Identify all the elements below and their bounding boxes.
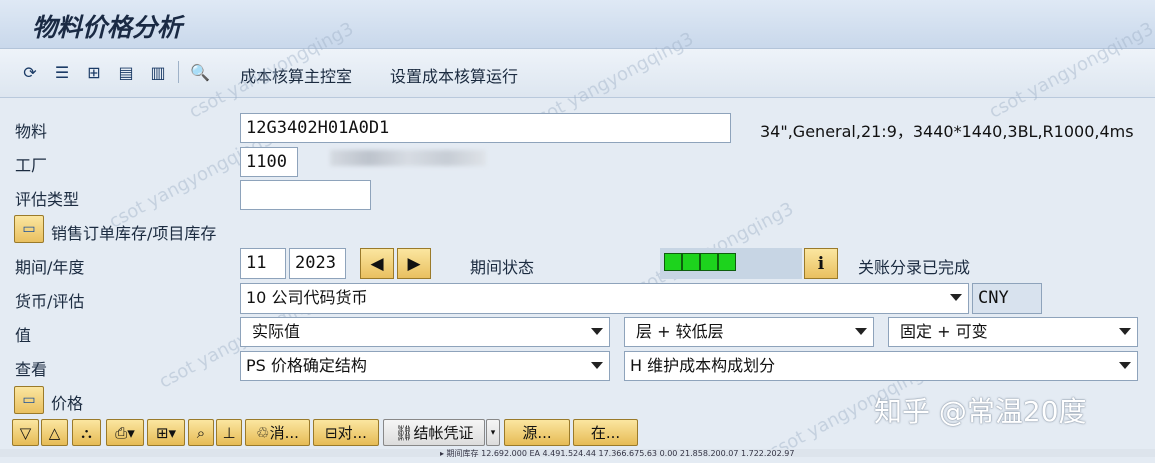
compare-button[interactable]: ⊟ 对... [313, 419, 379, 446]
view-select-value: PS 价格确定结构 [246, 356, 367, 375]
previous-period-button[interactable]: ◀ [360, 248, 394, 279]
view-select[interactable]: PS 价格确定结构 [240, 351, 610, 381]
period-input[interactable]: 11 [240, 248, 286, 279]
list-icon[interactable]: ☰ [50, 61, 74, 83]
cost-component-select-value: H 维护成本构成划分 [630, 356, 776, 375]
redacted-plant-name [330, 150, 486, 166]
brand-watermark: 知乎 @常温20度 [874, 395, 1087, 428]
period-status-text: 关账分录已完成 [858, 258, 971, 277]
info-icon: i [817, 253, 825, 274]
search-icon[interactable]: 🔍 [188, 61, 212, 83]
page-title: 物料价格分析 [32, 13, 183, 42]
collapse-all-button[interactable]: △ [41, 419, 68, 446]
value-select[interactable]: 实际值 [240, 317, 610, 347]
detail-button[interactable]: ⌕ [188, 419, 214, 446]
chevron-down-icon [591, 328, 603, 335]
source-button[interactable]: 源... [504, 419, 570, 446]
fixed-variable-select-value: 固定 + 可变 [900, 322, 988, 341]
in-button-label: 在... [590, 424, 621, 442]
expand-folder-icon: ▭ [22, 221, 36, 237]
hierarchy-button[interactable]: ⊥ [216, 419, 242, 446]
status-led-icon [718, 253, 736, 271]
table-row-partial: ▸ 期间库存 12.692.000 EA 4.491.524.44 17.366… [0, 449, 1155, 457]
period-status-indicator [660, 248, 802, 279]
currency-valuation-label: 货币/评估 [15, 292, 85, 311]
layer-select[interactable]: 层 + 较低层 [624, 317, 874, 347]
info-button[interactable]: i [804, 248, 838, 279]
fixed-variable-select[interactable]: 固定 + 可变 [888, 317, 1138, 347]
hierarchy-icon[interactable]: ⊞ [82, 61, 106, 83]
plant-label: 工厂 [15, 156, 48, 175]
zoom-icon: ⌕ [196, 423, 206, 442]
cost-component-select[interactable]: H 维护成本构成划分 [624, 351, 1138, 381]
application-toolbar: ⟳ ☰ ⊞ ▤ ▥ 🔍 成本核算主控室 设置成本核算运行 [0, 49, 1155, 98]
plant-input[interactable]: 1100 [240, 147, 298, 177]
cost-cockpit-button[interactable]: 成本核算主控室 [240, 63, 352, 87]
settlement-dropdown-button[interactable]: ▾ [486, 419, 500, 446]
right-triangle-icon: ▶ [407, 253, 421, 274]
sales-order-stock-button[interactable]: ▭ [14, 215, 44, 243]
price-expand-button[interactable]: ▭ [14, 386, 44, 414]
consumption-button[interactable]: ♲ 消... [245, 419, 310, 446]
status-led-icon [664, 253, 682, 271]
status-led-icon [700, 253, 718, 271]
display-icon[interactable]: ▤ [114, 61, 138, 83]
printer-icon: ⎙▾ [115, 423, 135, 442]
layer-select-value: 层 + 较低层 [636, 322, 724, 341]
settlement-document-label: 结帐凭证 [413, 424, 474, 442]
collapse-all-icon: △ [48, 423, 61, 442]
material-description: 34",General,21:9，3440*1440,3BL,R1000,4ms [760, 122, 1134, 141]
left-triangle-icon: ◀ [370, 253, 384, 274]
sales-order-stock-label: 销售订单库存/项目库存 [51, 224, 217, 243]
compare-button-label: 对... [337, 424, 367, 442]
grid-layout-icon: ⊞▾ [155, 423, 177, 442]
chevron-down-icon [1119, 328, 1131, 335]
status-led-icon [682, 253, 700, 271]
print-button[interactable]: ⎙▾ [106, 419, 144, 446]
consumption-button-label: 消... [269, 424, 299, 442]
toolbar-separator [178, 61, 179, 83]
setup-costing-run-button[interactable]: 设置成本核算运行 [390, 63, 518, 87]
next-period-button[interactable]: ▶ [397, 248, 431, 279]
find-button[interactable]: ⛬ [72, 419, 101, 446]
valuation-type-label: 评估类型 [15, 190, 80, 209]
layout-button[interactable]: ⊞▾ [147, 419, 185, 446]
value-label: 值 [15, 326, 32, 345]
value-select-value: 实际值 [252, 322, 301, 341]
in-button[interactable]: 在... [573, 419, 638, 446]
expand-all-button[interactable]: ▽ [12, 419, 39, 446]
material-label: 物料 [15, 122, 48, 141]
settlement-document-button[interactable]: ⛓ 结帐凭证 [383, 419, 485, 446]
document-icon: ⛓ [394, 423, 414, 442]
period-status-label: 期间状态 [470, 258, 535, 277]
period-year-label: 期间/年度 [15, 258, 85, 277]
price-label: 价格 [51, 394, 84, 413]
expand-folder-icon: ▭ [22, 392, 36, 408]
chevron-down-icon: ▾ [490, 427, 496, 438]
consumption-icon: ♲ [256, 423, 270, 442]
partial-row-text: ▸ 期间库存 12.692.000 EA 4.491.524.44 17.366… [440, 449, 795, 457]
hierarchy-icon: ⊥ [222, 423, 236, 442]
year-input[interactable]: 2023 [289, 248, 346, 279]
title-bar: 物料价格分析 [0, 0, 1155, 49]
material-input[interactable]: 12G3402H01A0D1 [240, 113, 731, 143]
chevron-down-icon [1119, 362, 1131, 369]
currency-code-field: CNY [972, 283, 1042, 314]
refresh-icon[interactable]: ⟳ [18, 61, 42, 83]
source-button-label: 源... [522, 424, 552, 442]
chevron-down-icon [591, 362, 603, 369]
chevron-down-icon [855, 328, 867, 335]
currency-valuation-select[interactable]: 10 公司代码货币 [240, 283, 969, 314]
binoculars-icon: ⛬ [81, 423, 92, 442]
valuation-type-input[interactable] [240, 180, 371, 210]
compare-icon: ⊟ [325, 423, 338, 442]
expand-all-icon: ▽ [19, 423, 32, 442]
columns-icon[interactable]: ▥ [146, 61, 170, 83]
currency-valuation-value: 10 公司代码货币 [246, 288, 368, 307]
view-label: 查看 [15, 360, 48, 379]
chevron-down-icon [950, 294, 962, 301]
